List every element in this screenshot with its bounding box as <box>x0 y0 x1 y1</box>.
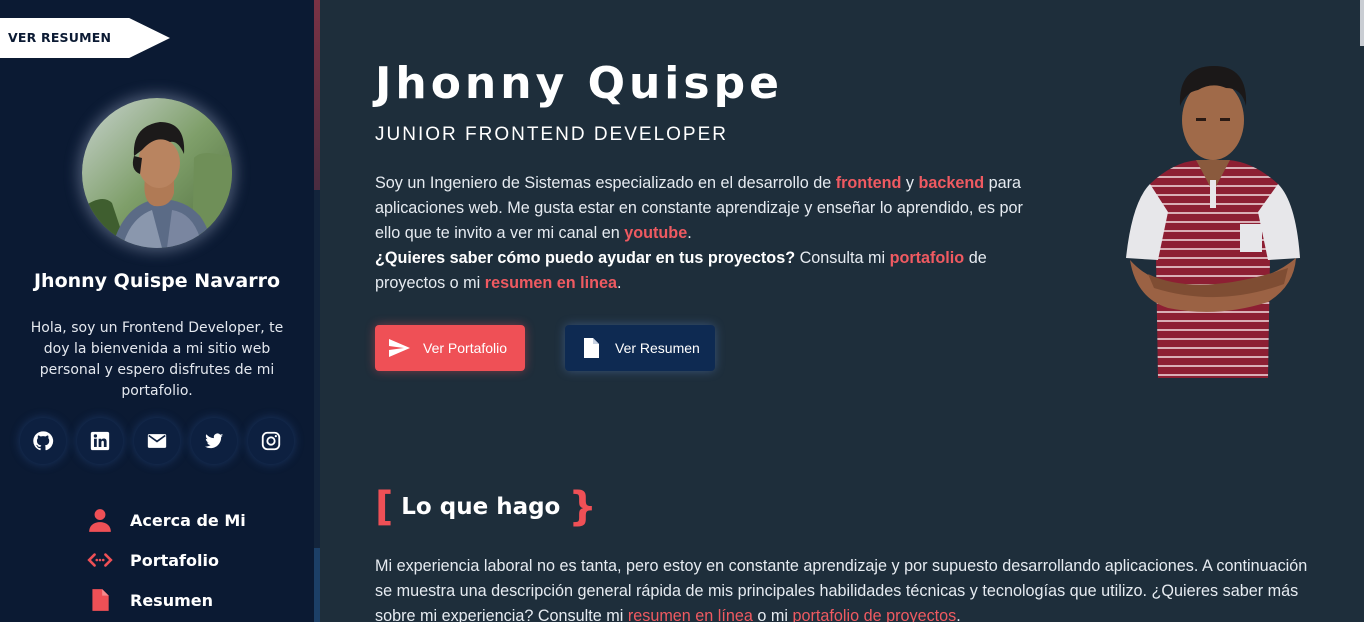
resumen-online-link[interactable]: resumen en línea <box>628 607 753 622</box>
hero-subtitle: JUNIOR FRONTEND DEVELOPER <box>375 124 728 145</box>
ver-resumen-button[interactable]: Ver Resumen <box>565 325 715 371</box>
document-icon <box>584 338 599 358</box>
ver-resumen-tab[interactable]: VER RESUMEN <box>0 18 170 58</box>
button-label: Ver Resumen <box>615 340 700 356</box>
nav-item-label: Portafolio <box>130 550 219 570</box>
mail-link[interactable] <box>134 418 180 464</box>
nav-item-portafolio[interactable]: Portafolio <box>86 540 306 580</box>
scrollbar-thumb[interactable] <box>314 548 320 622</box>
github-icon <box>33 431 54 451</box>
file-icon <box>86 586 114 614</box>
social-links <box>20 418 300 466</box>
hero-title: Jhonny Quispe <box>375 58 783 109</box>
page-scrollbar[interactable] <box>1360 0 1364 46</box>
profile-name: Jhonny Quispe Navarro <box>33 270 281 292</box>
send-icon <box>389 339 410 357</box>
nav-item-acerca[interactable]: Acerca de Mi <box>86 500 306 540</box>
nav-item-label: Resumen <box>130 590 213 610</box>
section-description: Mi experiencia laboral no es tanta, pero… <box>375 554 1315 622</box>
section-title: Lo que hago <box>401 494 561 520</box>
section-heading: [ Lo que hago } <box>375 484 597 530</box>
text: . <box>687 224 692 242</box>
text: o mi <box>752 607 793 622</box>
button-label: Ver Portafolio <box>423 340 508 356</box>
portafolio-proyectos-link[interactable]: portafolio de proyectos <box>793 607 957 622</box>
frontend-link[interactable]: frontend <box>836 174 902 192</box>
hero-question: ¿Quieres saber cómo puedo ayudar en tus … <box>375 249 796 267</box>
close-bracket: } <box>568 484 597 530</box>
code-icon <box>86 546 114 574</box>
profile-bio: Hola, soy un Frontend Developer, te doy … <box>30 320 284 399</box>
sidebar-nav: Acerca de Mi Portafolio Resumen <box>86 500 306 620</box>
user-icon <box>86 506 114 534</box>
hero-photo <box>1118 62 1308 378</box>
scrollbar-accent <box>314 0 320 190</box>
youtube-link[interactable]: youtube <box>624 224 687 242</box>
avatar <box>82 98 232 248</box>
instagram-link[interactable] <box>248 418 294 464</box>
mail-icon <box>147 434 167 448</box>
text: Consulta mi <box>795 249 890 267</box>
backend-link[interactable]: backend <box>918 174 984 192</box>
text: Soy un Ingeniero de Sistemas especializa… <box>375 174 836 192</box>
linkedin-link[interactable] <box>77 418 123 464</box>
github-link[interactable] <box>20 418 66 464</box>
open-bracket: [ <box>375 484 394 530</box>
text: y <box>901 174 919 192</box>
instagram-icon <box>261 431 281 451</box>
twitter-link[interactable] <box>191 418 237 464</box>
text: . <box>617 274 622 292</box>
twitter-icon <box>204 433 224 449</box>
portafolio-link[interactable]: portafolio <box>890 249 965 267</box>
text: . <box>956 607 961 622</box>
nav-item-resumen[interactable]: Resumen <box>86 580 306 620</box>
nav-item-label: Acerca de Mi <box>130 510 246 530</box>
sidebar: VER RESUMEN Jhonny Quispe Navarro Hola, … <box>0 0 314 622</box>
ver-portafolio-button[interactable]: Ver Portafolio <box>375 325 525 371</box>
hero-description: Soy un Ingeniero de Sistemas especializa… <box>375 171 1040 296</box>
linkedin-icon <box>90 431 110 451</box>
sidebar-scrollbar[interactable] <box>314 0 320 622</box>
profile-photo <box>82 98 232 248</box>
resumen-link[interactable]: resumen en linea <box>485 274 617 292</box>
